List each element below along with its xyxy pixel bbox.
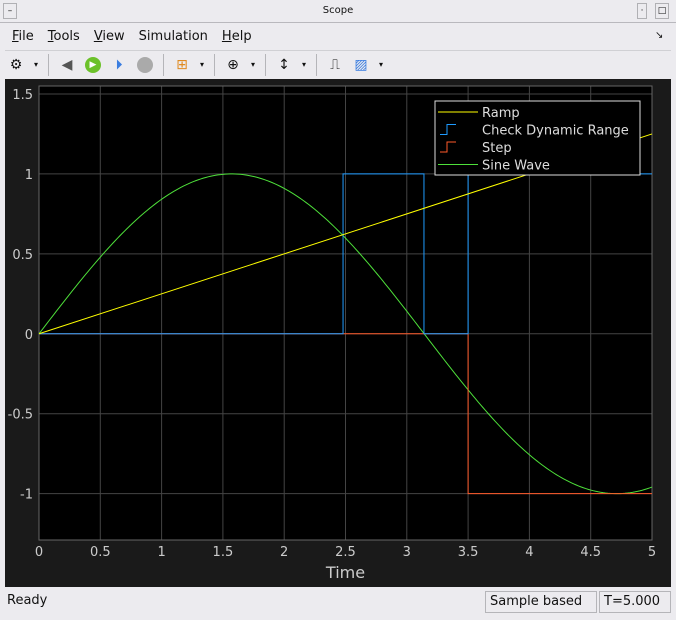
x-tick-label: 2.5 xyxy=(335,545,356,560)
ruler-icon[interactable]: ▨ xyxy=(350,54,372,76)
sample-mode: Sample based xyxy=(485,591,597,613)
menu-file[interactable]: File xyxy=(5,26,41,48)
y-tick-label: 0 xyxy=(25,328,33,343)
divider xyxy=(48,53,49,76)
divider xyxy=(265,53,266,76)
legend-label: Step xyxy=(482,141,512,156)
y-tick-label: 1 xyxy=(25,168,33,183)
x-tick-label: 5 xyxy=(648,545,656,560)
x-tick-label: 0.5 xyxy=(90,545,111,560)
legend-label: Check Dynamic Range xyxy=(482,124,629,139)
status-text: Ready xyxy=(7,593,48,608)
legend-label: Sine Wave xyxy=(482,159,550,174)
stop-icon[interactable] xyxy=(134,54,156,76)
divider xyxy=(316,53,317,76)
divider xyxy=(214,53,215,76)
y-tick-label: 1.5 xyxy=(12,88,33,103)
menu-simulation[interactable]: Simulation xyxy=(132,26,215,48)
zoom-in-icon[interactable]: ⊕ xyxy=(222,54,244,76)
run-icon[interactable]: ▶ xyxy=(82,54,104,76)
title-bar: – Scope · □ xyxy=(0,0,676,23)
y-tick-label: 0.5 xyxy=(12,248,33,263)
x-tick-label: 4 xyxy=(525,545,533,560)
window-menu-button[interactable]: – xyxy=(3,3,17,19)
highlight-dropdown[interactable]: ▾ xyxy=(197,60,207,69)
zoom-dropdown[interactable]: ▾ xyxy=(248,60,258,69)
x-axis-label: Time xyxy=(325,563,365,582)
y-tick-label: -1 xyxy=(20,488,33,503)
step-back-icon[interactable]: ◀ xyxy=(56,54,78,76)
x-tick-label: 3 xyxy=(403,545,411,560)
menu-bar: File Tools View Simulation Help xyxy=(5,26,259,48)
x-tick-label: 1 xyxy=(157,545,165,560)
scope-plot[interactable]: 0 0.5 1 1.5 2 2.5 3 3.5 4 4.5 5 1.5 1 0.5 0 -0.5 -1 Time R… xyxy=(5,79,671,587)
measure-dropdown[interactable]: ▾ xyxy=(376,60,386,69)
scale-dropdown[interactable]: ▾ xyxy=(299,60,309,69)
step-forward-icon[interactable]: ⏵ xyxy=(108,54,130,76)
x-tick-label: 2 xyxy=(280,545,288,560)
menu-view[interactable]: View xyxy=(87,26,132,48)
x-tick-label: 4.5 xyxy=(580,545,601,560)
minimize-button[interactable]: · xyxy=(637,3,647,19)
maximize-button[interactable]: □ xyxy=(655,3,669,19)
undock-icon[interactable]: ↘ xyxy=(655,30,663,41)
y-tick-label: -0.5 xyxy=(8,408,33,423)
x-tick-label: 0 xyxy=(35,545,43,560)
menu-tools[interactable]: Tools xyxy=(41,26,87,48)
window-title: Scope xyxy=(322,5,354,16)
gear-icon[interactable]: ⚙ xyxy=(5,54,27,76)
sim-time: T=5.000 xyxy=(599,591,671,613)
x-tick-label: 1.5 xyxy=(213,545,234,560)
toolbar: ⚙ ▾ ◀ ▶ ⏵ ⊞ ▾ ⊕ ▾ ↕ ▾ ⎍ ▨ ▾ xyxy=(5,50,671,78)
highlight-block-icon[interactable]: ⊞ xyxy=(171,54,193,76)
divider xyxy=(163,53,164,76)
signal-icon[interactable]: ⎍ xyxy=(324,54,346,76)
settings-dropdown[interactable]: ▾ xyxy=(31,60,41,69)
menu-help[interactable]: Help xyxy=(215,26,259,48)
legend-label: Ramp xyxy=(482,106,520,121)
x-tick-label: 3.5 xyxy=(458,545,479,560)
status-bar: Ready Sample based T=5.000 xyxy=(0,588,676,620)
scale-axes-icon[interactable]: ↕ xyxy=(273,54,295,76)
